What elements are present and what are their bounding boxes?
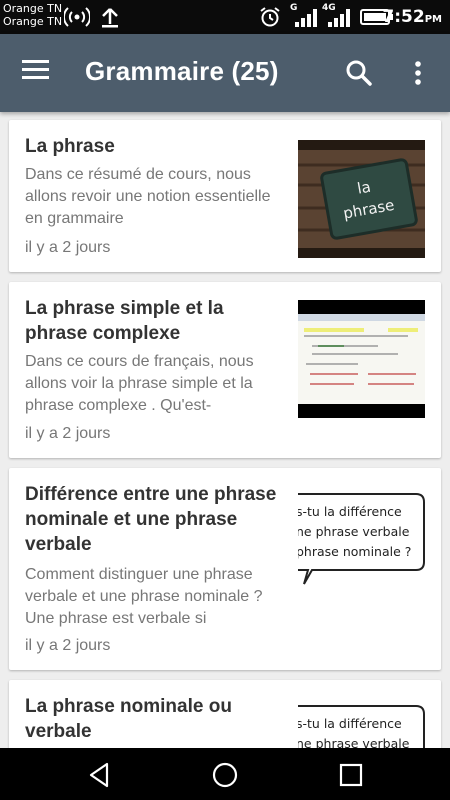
article-description: Dans ce cours de français, nous allons v…	[25, 353, 254, 414]
home-button[interactable]	[210, 760, 240, 790]
article-card[interactable]: La phrase nominale ou verbale s-tu la di…	[9, 680, 441, 748]
article-card[interactable]: Différence entre une phrase nominale et …	[9, 468, 441, 670]
article-date: il y a 2 jours	[25, 637, 111, 654]
article-title: La phrase	[25, 136, 115, 157]
search-button[interactable]	[344, 58, 374, 88]
article-card[interactable]: La phrase simple et la phrase complexe D…	[9, 282, 441, 458]
back-button[interactable]	[85, 760, 115, 790]
article-date: il y a 2 jours	[25, 239, 111, 256]
carrier-1: Orange TN	[3, 2, 63, 15]
app-bar: Grammaire (25)	[0, 34, 450, 112]
thumbnail-text-2: ne phrase verbale	[298, 736, 410, 748]
article-thumbnail: s-tu la différence ne phrase verbale phr…	[298, 486, 425, 604]
thumbnail-text-2: ne phrase verbale	[298, 524, 410, 539]
carrier-2: Orange TN	[3, 15, 63, 28]
more-options-button[interactable]	[408, 58, 428, 88]
status-bar: Orange TN Orange TN G 4G 7:52PM	[0, 0, 450, 34]
thumbnail-text-1: s-tu la différence	[298, 716, 402, 731]
article-thumbnail: la phrase	[298, 140, 425, 258]
article-card[interactable]: La phrase Dans ce résumé de cours, nous …	[9, 120, 441, 272]
menu-button[interactable]	[22, 60, 52, 86]
article-thumbnail: s-tu la différence ne phrase verbale	[298, 698, 425, 748]
thumbnail-text-1: s-tu la différence	[298, 504, 402, 519]
clock-ampm: PM	[424, 14, 442, 25]
carrier-names: Orange TN Orange TN	[3, 2, 62, 28]
page-title: Grammaire (25)	[85, 56, 279, 86]
article-thumbnail	[298, 300, 425, 418]
article-title: Différence entre une phrase nominale et …	[25, 484, 277, 555]
clock: 7:52PM	[382, 7, 442, 27]
more-vert-icon	[415, 61, 421, 85]
clock-time: 7:52	[382, 7, 425, 27]
signal-2-icon	[328, 9, 350, 27]
article-title: La phrase simple et la phrase complexe	[25, 298, 224, 344]
home-icon	[212, 762, 238, 788]
hotspot-icon	[64, 7, 90, 27]
upload-icon	[102, 8, 118, 28]
article-title: La phrase nominale ou verbale	[25, 696, 232, 742]
signal-1-icon	[295, 9, 317, 27]
navigation-bar	[0, 748, 450, 800]
menu-icon	[22, 60, 49, 63]
article-description: Dans ce résumé de cours, nous allons rev…	[25, 166, 271, 227]
search-icon	[346, 60, 372, 86]
back-icon	[89, 762, 109, 788]
article-date: il y a 2 jours	[25, 425, 111, 442]
alarm-icon	[260, 7, 280, 27]
thumbnail-text-3: phrase nominale ?	[298, 544, 411, 559]
article-list: La phrase Dans ce résumé de cours, nous …	[0, 112, 450, 748]
recents-button[interactable]	[336, 760, 366, 790]
article-description: Comment distinguer une phrase verbale et…	[25, 566, 263, 627]
recents-icon	[339, 763, 363, 787]
